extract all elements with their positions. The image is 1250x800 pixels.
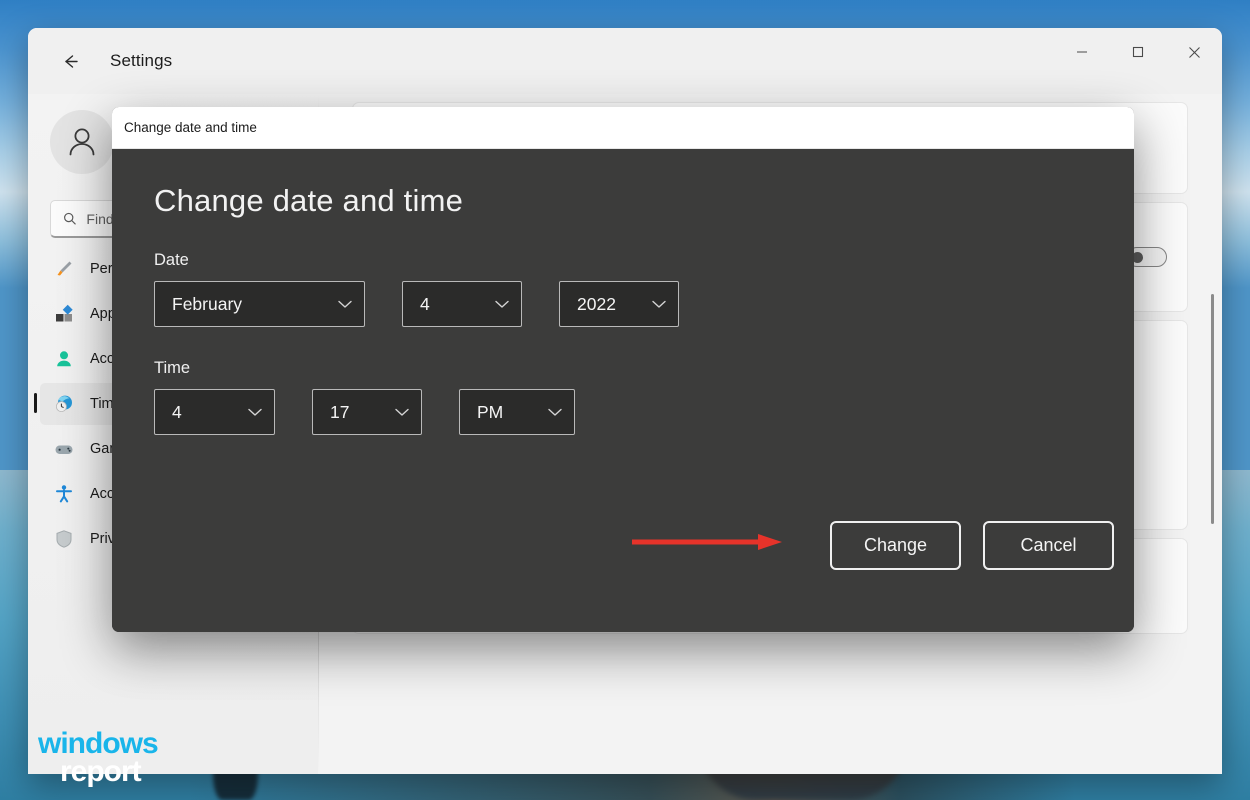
minute-dropdown[interactable]: 17: [312, 389, 422, 435]
back-button[interactable]: [52, 43, 88, 79]
shield-icon: [54, 529, 74, 549]
accounts-person-icon: [54, 349, 74, 369]
day-dropdown[interactable]: 4: [402, 281, 522, 327]
day-dropdown-value: 4: [420, 293, 430, 314]
minimize-button[interactable]: [1054, 28, 1110, 76]
ampm-dropdown[interactable]: PM: [459, 389, 575, 435]
minute-dropdown-value: 17: [330, 401, 350, 422]
window-titlebar: Settings: [28, 28, 1222, 94]
chevron-down-icon: [652, 297, 666, 312]
maximize-button[interactable]: [1110, 28, 1166, 76]
back-arrow-icon: [64, 54, 78, 68]
close-icon: [1188, 46, 1200, 58]
hour-dropdown-value: 4: [172, 401, 182, 422]
avatar: [50, 110, 114, 174]
change-date-and-time-dialog: Change date and time Change date and tim…: [112, 107, 1134, 632]
month-dropdown[interactable]: February: [154, 281, 365, 327]
chevron-down-icon: [338, 297, 352, 312]
paintbrush-icon: [54, 259, 74, 279]
minimize-icon: [1077, 51, 1087, 53]
time-combo-row: 4 17 PM: [154, 389, 1094, 435]
dialog-actions: Change Cancel: [830, 521, 1114, 570]
globe-clock-icon: [54, 394, 74, 414]
accessibility-person-icon: [54, 484, 74, 504]
chevron-down-icon: [495, 297, 509, 312]
dialog-titlebar: Change date and time: [112, 107, 1134, 149]
search-icon: [64, 212, 76, 225]
year-dropdown-value: 2022: [577, 293, 616, 314]
time-label: Time: [154, 359, 191, 377]
date-label: Date: [154, 251, 189, 269]
close-button[interactable]: [1166, 28, 1222, 76]
apps-icon: [54, 304, 74, 324]
maximize-icon: [1132, 46, 1144, 58]
content-scrollbar[interactable]: [1211, 294, 1214, 524]
change-button[interactable]: Change: [830, 521, 961, 570]
chevron-down-icon: [548, 405, 562, 420]
chevron-down-icon: [248, 405, 262, 420]
ampm-dropdown-value: PM: [477, 401, 504, 422]
dialog-titlebar-text: Change date and time: [124, 120, 257, 135]
person-icon: [69, 128, 95, 156]
cancel-button[interactable]: Cancel: [983, 521, 1114, 570]
annotation-arrow-icon: [630, 533, 785, 551]
chevron-down-icon: [395, 405, 409, 420]
page-title: Settings: [110, 51, 173, 70]
month-dropdown-value: February: [172, 293, 243, 314]
dialog-body: Change date and time Date February 4 202…: [112, 149, 1134, 632]
game-controller-icon: [54, 439, 74, 459]
dialog-heading: Change date and time: [154, 183, 464, 218]
desktop-background: Settings Find a setting Apps Time Change…: [0, 0, 1250, 800]
date-combo-row: February 4 2022: [154, 281, 1094, 327]
window-controls: [1054, 28, 1222, 76]
hour-dropdown[interactable]: 4: [154, 389, 275, 435]
year-dropdown[interactable]: 2022: [559, 281, 679, 327]
